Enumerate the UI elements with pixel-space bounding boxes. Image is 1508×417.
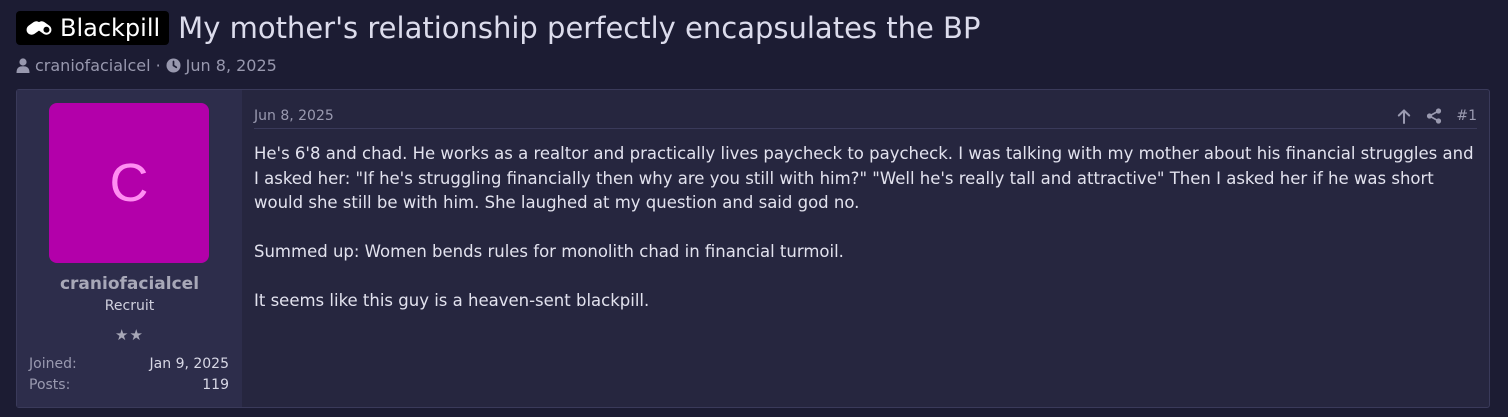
clock-icon — [166, 58, 181, 73]
thread-prefix[interactable]: Blackpill — [16, 11, 170, 45]
user-stat-posts: Posts: 119 — [29, 377, 229, 393]
post-paragraph: Summed up: Women bends rules for monolit… — [254, 242, 844, 261]
thread-date-link[interactable]: Jun 8, 2025 — [186, 56, 277, 75]
avatar[interactable]: C — [49, 103, 209, 263]
thread-meta: craniofacialcel · Jun 8, 2025 — [16, 56, 1492, 75]
post-number-link[interactable]: #1 — [1456, 108, 1477, 124]
post: C craniofacialcel Recruit ★★ Joined: Jan… — [16, 89, 1490, 408]
pill-icon — [26, 21, 52, 35]
share-button[interactable] — [1426, 108, 1442, 124]
post-user-panel: C craniofacialcel Recruit ★★ Joined: Jan… — [17, 90, 242, 407]
thread-author-link[interactable]: craniofacialcel — [35, 56, 151, 75]
post-paragraph: He's 6'8 and chad. He works as a realtor… — [254, 144, 1474, 212]
jump-up-button[interactable] — [1396, 108, 1412, 124]
share-icon — [1427, 108, 1442, 124]
user-icon — [16, 58, 30, 73]
post-body: He's 6'8 and chad. He works as a realtor… — [254, 142, 1479, 314]
user-title: Recruit — [104, 298, 155, 314]
post-attribution: Jun 8, 2025 #1 — [254, 104, 1477, 129]
user-rank-stars: ★★ — [115, 326, 144, 344]
joined-value: Jan 9, 2025 — [149, 356, 229, 372]
post-paragraph: It seems like this guy is a heaven-sent … — [254, 291, 650, 310]
posts-label: Posts: — [29, 377, 71, 393]
joined-label: Joined: — [29, 356, 77, 372]
username-link[interactable]: craniofacialcel — [17, 274, 242, 294]
post-date-link[interactable]: Jun 8, 2025 — [254, 108, 334, 124]
thread-title: My mother's relationship perfectly encap… — [178, 11, 981, 45]
post-actions: #1 — [1396, 108, 1477, 124]
post-main: Jun 8, 2025 #1 He's 6'8 and chad. He wor… — [242, 90, 1489, 407]
title-row: Blackpill My mother's relationship perfe… — [16, 8, 1492, 48]
thread-header: Blackpill My mother's relationship perfe… — [16, 8, 1492, 75]
arrow-up-icon — [1398, 109, 1411, 124]
posts-value[interactable]: 119 — [202, 377, 229, 393]
meta-separator: · — [155, 56, 161, 75]
thread-prefix-label: Blackpill — [60, 14, 161, 42]
user-stat-joined: Joined: Jan 9, 2025 — [29, 356, 229, 372]
avatar-letter: C — [109, 153, 149, 213]
